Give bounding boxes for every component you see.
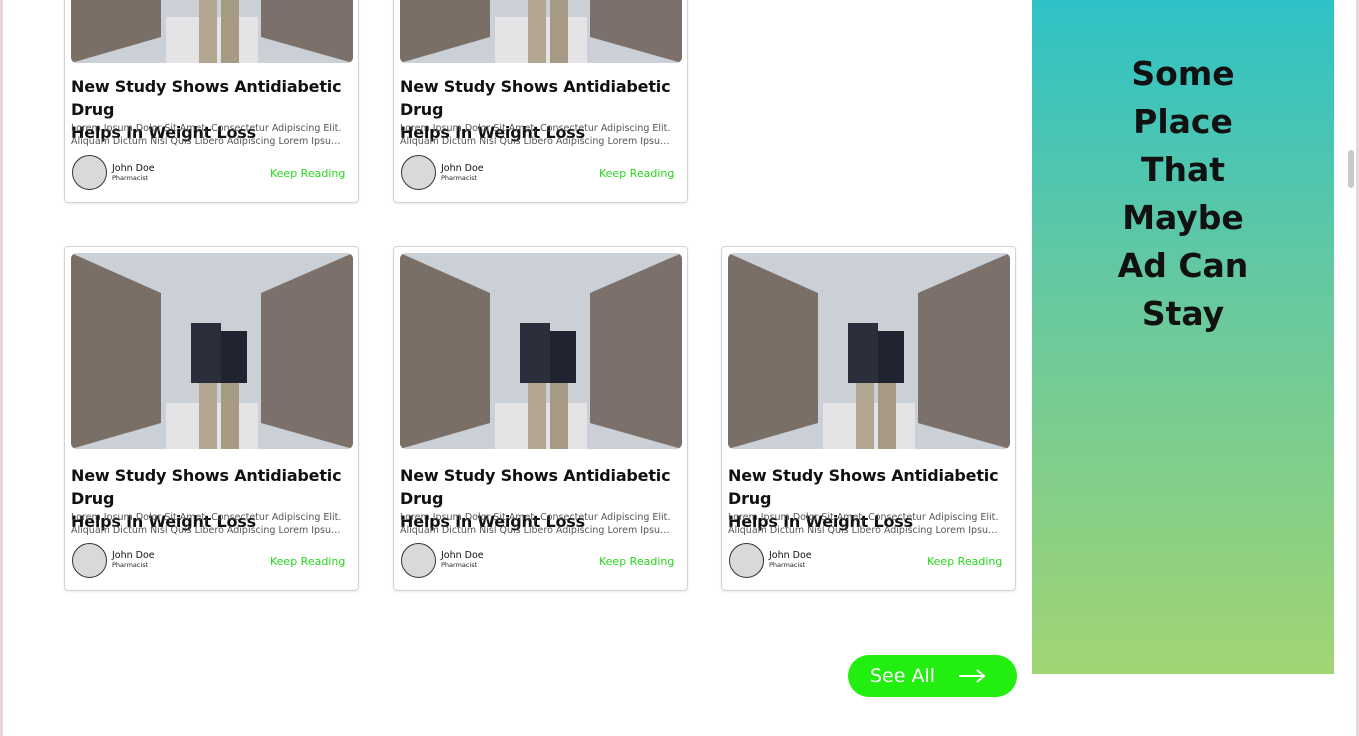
article-excerpt: Lorem Ipsum Dolor Sit Amet, Consectetur …: [400, 512, 675, 536]
article-card[interactable]: New Study Shows Antidiabetic Drug Helps …: [393, 0, 688, 203]
avatar: [401, 155, 436, 190]
keep-reading-link[interactable]: Keep Reading: [927, 555, 1002, 568]
article-card[interactable]: New Study Shows Antidiabetic Drug Helps …: [64, 0, 359, 203]
arrow-right-icon: [958, 667, 986, 689]
author-role: Pharmacist: [441, 174, 478, 182]
author-role: Pharmacist: [112, 174, 149, 182]
author-name: John Doe: [112, 550, 155, 561]
article-card[interactable]: New Study Shows Antidiabetic Drug Helps …: [721, 246, 1016, 591]
ad-text: Some Place That Maybe Ad Can Stay: [1117, 54, 1249, 333]
avatar: [729, 543, 764, 578]
article-image: [71, 253, 353, 449]
author-role: Pharmacist: [769, 561, 806, 569]
see-all-button[interactable]: See All: [848, 655, 1017, 697]
keep-reading-link[interactable]: Keep Reading: [599, 167, 674, 180]
article-image: [728, 253, 1010, 449]
author-name: John Doe: [441, 163, 484, 174]
article-card[interactable]: New Study Shows Antidiabetic Drug Helps …: [393, 246, 688, 591]
article-card[interactable]: New Study Shows Antidiabetic Drug Helps …: [64, 246, 359, 591]
ad-banner[interactable]: Some Place That Maybe Ad Can Stay: [1032, 0, 1334, 674]
see-all-label: See All: [870, 665, 936, 687]
keep-reading-link[interactable]: Keep Reading: [270, 167, 345, 180]
author-name: John Doe: [112, 163, 155, 174]
article-excerpt: Lorem Ipsum Dolor Sit Amet, Consectetur …: [71, 123, 346, 147]
author-role: Pharmacist: [441, 561, 478, 569]
keep-reading-link[interactable]: Keep Reading: [599, 555, 674, 568]
author-name: John Doe: [769, 550, 812, 561]
article-image: [71, 0, 353, 63]
author-name: John Doe: [441, 550, 484, 561]
article-image: [400, 0, 682, 63]
scrollbar-thumb[interactable]: [1348, 150, 1354, 188]
avatar: [72, 543, 107, 578]
author-role: Pharmacist: [112, 561, 149, 569]
page-frame-left: [0, 0, 3, 736]
article-excerpt: Lorem Ipsum Dolor Sit Amet, Consectetur …: [728, 512, 1003, 536]
article-image: [400, 253, 682, 449]
avatar: [401, 543, 436, 578]
avatar: [72, 155, 107, 190]
article-excerpt: Lorem Ipsum Dolor Sit Amet, Consectetur …: [71, 512, 346, 536]
article-excerpt: Lorem Ipsum Dolor Sit Amet, Consectetur …: [400, 123, 675, 147]
keep-reading-link[interactable]: Keep Reading: [270, 555, 345, 568]
